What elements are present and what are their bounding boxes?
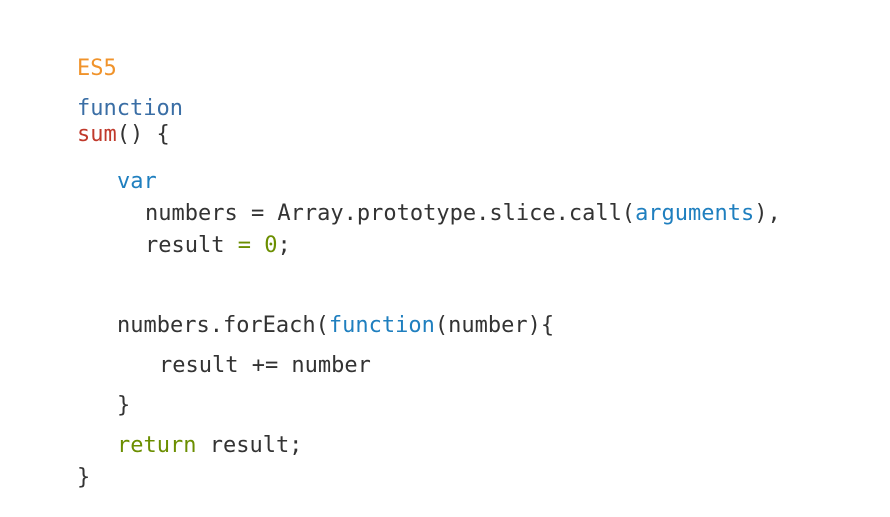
return-keyword: return: [116, 433, 197, 458]
arguments-keyword: arguments: [635, 201, 755, 226]
return-line: return result;: [64, 407, 302, 485]
result-initial-value: = 0: [237, 233, 278, 258]
function-closing-brace: }: [76, 465, 91, 490]
result-variable: result: [144, 233, 238, 258]
result-declaration-end: ;: [277, 233, 291, 258]
accumulate-line: result += number: [106, 327, 371, 405]
callback-params: (number){: [434, 313, 555, 338]
return-value: result;: [196, 433, 303, 458]
code-snippet: ES5 function sum() { var numbers = Array…: [0, 0, 890, 490]
function-keyword: function: [76, 96, 183, 121]
accumulate-statement: result += number: [158, 353, 371, 378]
result-declaration-line: result = 0;: [92, 207, 291, 285]
numbers-declaration-end: ),: [754, 201, 781, 226]
function-close-line: }: [24, 439, 90, 517]
